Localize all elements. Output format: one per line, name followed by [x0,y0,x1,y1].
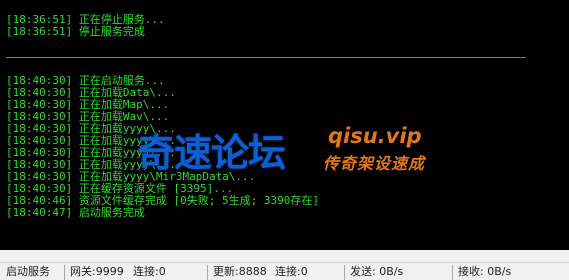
log-line: [18:40:30] 正在缓存资源文件 [3395]... [6,182,234,195]
log-line: [18:40:46] 资源文件缓存完成 [0失败; 5生成; 3390存在] [6,194,319,207]
log-line: [18:40:30] 正在加载Data\... [6,86,176,99]
log-divider [6,57,526,58]
log-console: [18:36:51] 正在停止服务... [18:36:51] 停止服务完成 [… [0,0,569,250]
update-connections: 连接:0 [275,265,308,278]
watermark-logo: 奇速论坛 qisu.vip 传奇架设速成 [137,122,437,182]
start-service-status: 启动服务 [6,265,50,278]
log-line: [18:40:30] 正在加载Map\... [6,98,170,111]
log-line: [18:40:30] 正在启动服务... [6,74,165,87]
status-bar: 启动服务 网关:9999 连接:0 更新:8888 连接:0 发送: 0B/s … [0,262,569,280]
status-separator [64,265,65,280]
log-line: [18:40:47] 启动服务完成 [6,206,145,219]
watermark-url: qisu.vip [328,124,422,148]
gateway-port: 网关:9999 [70,265,124,278]
watermark-chinese: 奇速论坛 [137,131,286,175]
status-separator [344,265,345,280]
status-separator [452,265,453,280]
watermark-subtitle: 传奇架设速成 [323,154,426,173]
status-separator [207,265,208,280]
log-line: [18:40:30] 正在加载Wav\... [6,110,170,123]
receive-rate: 接收: 0B/s [458,265,512,278]
log-line: [18:36:51] 停止服务完成 [6,25,145,38]
send-rate: 发送: 0B/s [350,265,404,278]
update-port: 更新:8888 [213,265,267,278]
gateway-connections: 连接:0 [133,265,166,278]
log-line: [18:36:51] 正在停止服务... [6,13,165,26]
